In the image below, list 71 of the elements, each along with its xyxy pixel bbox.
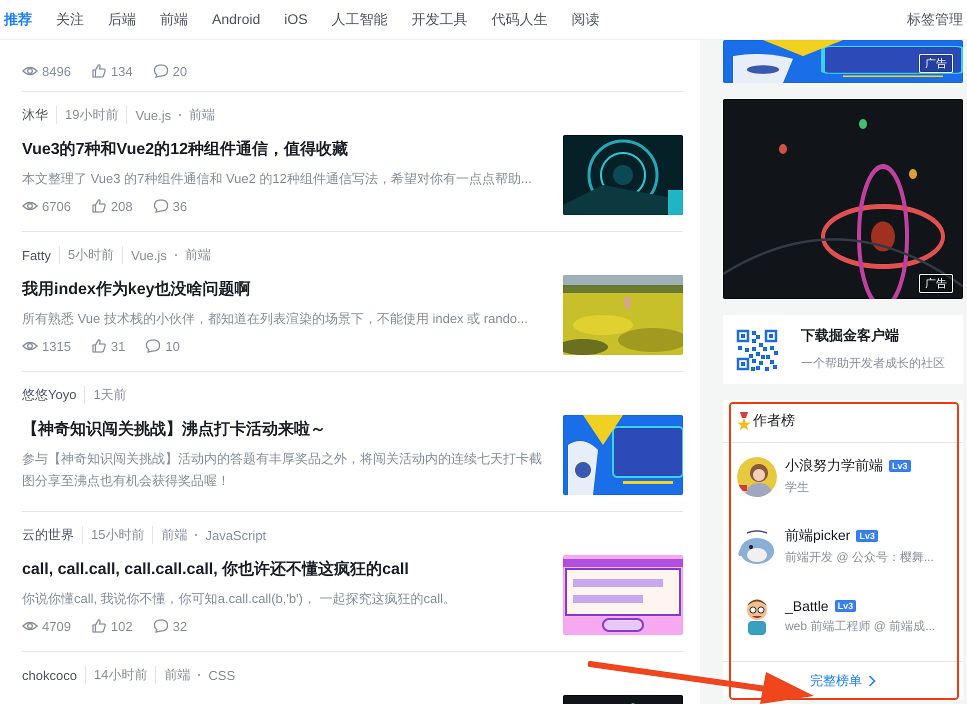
- comment-count: 10: [165, 338, 180, 354]
- article-excerpt: 你说你懂call, 我说你不懂，你可知a.call.call(b,'b')， 一起探究这疯狂的call。: [22, 590, 458, 608]
- post-time: 19小时前: [56, 106, 118, 124]
- ad-label: 广告: [919, 54, 953, 73]
- level-badge: Lv3: [834, 600, 856, 612]
- article-title[interactable]: 【神奇知识闯关挑战】沸点打卡活动来啦～: [22, 418, 547, 442]
- nav-tab[interactable]: 前端: [160, 10, 188, 28]
- author-name: 小浪努力学前端: [785, 457, 883, 475]
- nav-tab[interactable]: iOS: [284, 10, 308, 28]
- like-count: 134: [110, 64, 133, 78]
- full-ranking-link[interactable]: 完整榜单: [810, 672, 876, 690]
- author-name: _Battle: [785, 598, 829, 614]
- author-name: 前端picker: [785, 527, 850, 545]
- author-name[interactable]: chokcoco: [22, 668, 77, 682]
- app-download-card[interactable]: 下载掘金客户端 一个帮助开发者成长的社区: [723, 315, 963, 384]
- nav-tab[interactable]: 人工智能: [332, 10, 388, 28]
- like-count: 208: [110, 198, 133, 214]
- qr-code-icon: [735, 328, 779, 372]
- nav-tab[interactable]: 代码人生: [492, 10, 548, 28]
- rank-title: 作者榜: [753, 412, 795, 430]
- author-name[interactable]: Fatty: [22, 248, 51, 262]
- article-excerpt: 所有熟悉 Vue 技术栈的小伙伴，都知道在列表渲染的场景下，不能使用 index 或 rando...: [22, 310, 529, 328]
- nav-tab[interactable]: 阅读: [572, 10, 600, 28]
- comment-count: 36: [172, 198, 188, 214]
- author-name[interactable]: 悠悠Yoyo: [22, 386, 76, 404]
- article-excerpt: 本文整理了 Vue3 的7种组件通信和 Vue2 的12种组件通信写法，希望对你有一点点帮助...: [22, 170, 533, 188]
- nav-tab[interactable]: Android: [212, 10, 260, 28]
- medal-icon: [737, 412, 751, 430]
- like-count: 31: [110, 338, 126, 354]
- comment-icon: [145, 338, 162, 354]
- nav-tab[interactable]: 开发工具: [412, 10, 468, 28]
- article-title[interactable]: Vue3的7种和Vue2的12种组件通信，值得收藏: [22, 138, 547, 162]
- comment-icon: [152, 198, 169, 214]
- post-time: 1天前: [84, 386, 127, 404]
- author-name[interactable]: 云的世界: [22, 526, 74, 544]
- view-count: 4709: [42, 618, 71, 634]
- like-icon: [90, 338, 107, 354]
- nav-tab[interactable]: 推荐: [4, 10, 32, 28]
- view-count: 8496: [42, 64, 71, 78]
- author-bio: 学生: [785, 479, 810, 496]
- view-count: 6706: [42, 198, 71, 214]
- post-time: 15小时前: [82, 526, 144, 544]
- comment-count: 20: [172, 64, 188, 78]
- article-title[interactable]: 我用index作为key也没啥问题啊: [22, 278, 547, 302]
- like-icon: [90, 63, 107, 79]
- like-count: 102: [110, 618, 133, 634]
- post-time: 5小时前: [58, 246, 114, 264]
- nav-tab[interactable]: 关注: [56, 10, 84, 28]
- nav-tab[interactable]: 后端: [108, 10, 136, 28]
- level-badge: Lv3: [856, 530, 878, 542]
- author-bio: web 前端工程师 @ 前端成...: [785, 618, 936, 635]
- author-name[interactable]: 沐华: [22, 106, 48, 124]
- article-excerpt: 参与【神奇知识闯关挑战】活动内的答题有丰厚奖品之外，将闯关活动内的连续七天打卡截图分享至沸点也有机会获得奖品喔！: [22, 450, 543, 490]
- level-badge: Lv3: [889, 460, 911, 472]
- article-title[interactable]: call, call.call, call.call.call, 你也许还不懂这疯狂的call: [22, 558, 547, 582]
- comment-icon: [152, 63, 169, 79]
- like-icon: [90, 618, 107, 634]
- view-count: 1315: [42, 338, 71, 354]
- app-card-title: 下载掘金客户端: [801, 327, 900, 345]
- author-row[interactable]: 前端picker Lv3 前端开发 @ 公众号：樱舞...: [723, 513, 963, 583]
- like-icon: [90, 198, 107, 214]
- author-bio: 前端开发 @ 公众号：樱舞...: [785, 549, 934, 566]
- app-card-subtitle: 一个帮助开发者成长的社区: [801, 355, 945, 372]
- ad-label: 广告: [919, 274, 953, 293]
- comment-icon: [152, 618, 169, 634]
- comment-count: 32: [172, 618, 188, 634]
- post-time: 14小时前: [84, 666, 148, 684]
- author-row[interactable]: 小浪努力学前端 Lv3 学生: [723, 443, 963, 513]
- tag-manage-link[interactable]: 标签管理: [907, 10, 963, 28]
- chevron-right-icon: [868, 675, 876, 687]
- author-row[interactable]: _Battle Lv3 web 前端工程师 @ 前端成...: [723, 583, 963, 653]
